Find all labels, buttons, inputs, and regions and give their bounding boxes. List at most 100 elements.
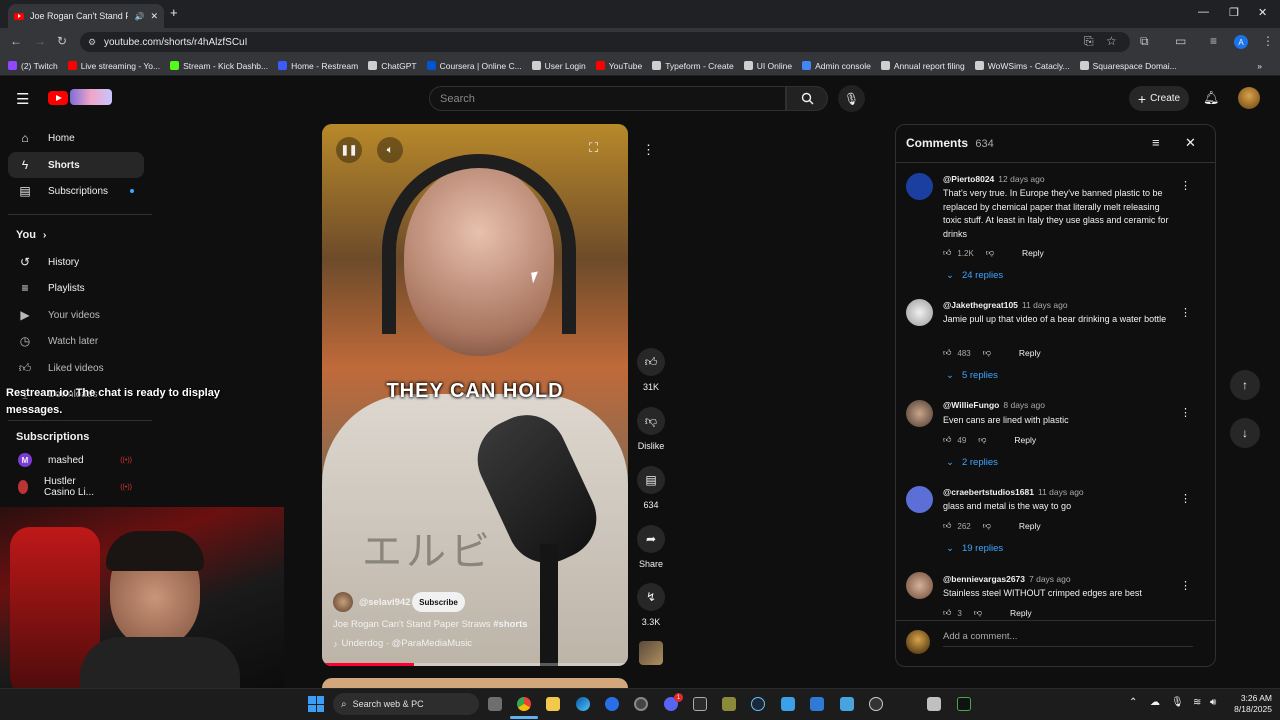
chrome-menu-icon[interactable]: ⋮ [1262, 34, 1274, 48]
sidebar-you-header[interactable]: You › [16, 229, 46, 241]
sidebar-item-subscriptions[interactable]: ▤ Subscriptions [8, 178, 144, 204]
bookmark-item[interactable]: UI Online [743, 61, 792, 71]
next-short-preview[interactable] [322, 678, 628, 688]
bookmark-item[interactable]: Stream - Kick Dashb... [170, 61, 268, 71]
app-icon[interactable] [869, 697, 883, 711]
commenter-avatar[interactable] [906, 400, 933, 427]
view-replies-button[interactable]: ⌄ 5 replies [946, 370, 998, 381]
address-bar[interactable]: ⚙ youtube.com/shorts/r4hAlzfSCuI [80, 32, 1130, 52]
app-icon[interactable] [722, 697, 736, 711]
comment-author[interactable]: @Jakethegreat105 11 days ago [943, 300, 1068, 310]
dislike-button[interactable]: 👎︎ [637, 407, 665, 435]
audio-icon[interactable]: 🔊 [134, 12, 144, 21]
tab-close-icon[interactable]: ✕ [150, 11, 158, 22]
bookmark-item[interactable]: Coursera | Online C... [426, 61, 522, 71]
subscribe-button[interactable]: Subscribe [412, 592, 465, 612]
view-replies-button[interactable]: ⌄ 2 replies [946, 457, 998, 468]
view-replies-button[interactable]: ⌄ 24 replies [946, 270, 1003, 281]
chrome-taskbar-icon[interactable] [517, 697, 531, 711]
bookmark-item[interactable]: Typeform - Create [652, 61, 734, 71]
view-replies-button[interactable]: ⌄ 19 replies [946, 543, 1003, 554]
profile-avatar[interactable]: A [1234, 35, 1248, 49]
install-app-icon[interactable]: ⎘ [1084, 34, 1094, 49]
bookmark-star-icon[interactable]: ☆ [1106, 34, 1117, 48]
comment-menu-icon[interactable]: ⋮ [1180, 406, 1191, 419]
thumb-down-icon[interactable]: 👎︎ [986, 248, 994, 258]
tray-chevron-icon[interactable]: ⌃ [1129, 697, 1137, 708]
sidebar-item-playlists[interactable]: ≡ Playlists [8, 275, 144, 301]
terminal-icon[interactable] [957, 697, 971, 711]
search-button[interactable] [786, 86, 828, 111]
reply-button[interactable]: Reply [1019, 521, 1041, 531]
channel-avatar[interactable] [333, 592, 353, 612]
sidebar-sub-hustler-casino[interactable]: Hustler Casino Li... ((•)) [8, 474, 144, 500]
like-button[interactable]: 👍︎ [637, 348, 665, 376]
comment-author[interactable]: @Pierto8024 12 days ago [943, 174, 1045, 184]
sidebar-item-watch-later[interactable]: ◷ Watch later [8, 328, 144, 354]
bookmark-item[interactable]: (2) Twitch [8, 61, 58, 71]
sidebar-item-liked-videos[interactable]: 👍︎ Liked videos [8, 355, 144, 381]
steam-icon[interactable] [751, 697, 765, 711]
pause-button[interactable]: ❚❚ [336, 137, 362, 163]
remix-button[interactable]: ↯ [637, 583, 665, 611]
comment-menu-icon[interactable]: ⋮ [1180, 579, 1191, 592]
youtube-logo[interactable] [48, 91, 68, 105]
account-avatar[interactable] [1238, 87, 1260, 109]
reply-button[interactable]: Reply [1014, 435, 1036, 445]
reload-icon[interactable]: ↻ [57, 34, 67, 48]
channel-handle[interactable]: @selavi942 [359, 597, 411, 608]
reply-button[interactable]: Reply [1019, 348, 1041, 358]
notepad-icon[interactable] [840, 697, 854, 711]
thumb-up-icon[interactable]: 👍︎ [943, 521, 951, 531]
tray-icon[interactable]: ☁ [1150, 697, 1160, 708]
clock[interactable]: 3:26 AM 8/18/2025 [1228, 693, 1272, 715]
close-comments-icon[interactable]: ✕ [1185, 135, 1196, 151]
wifi-icon[interactable]: ≋ [1193, 697, 1201, 708]
comments-button[interactable]: ▤ [637, 466, 665, 494]
volume-button[interactable]: 🔈︎ [377, 137, 403, 163]
reply-button[interactable]: Reply [1010, 608, 1032, 618]
sidebar-item-your-videos[interactable]: ▶ Your videos [8, 302, 144, 328]
comment-author[interactable]: @WillieFungo 8 days ago [943, 400, 1045, 410]
speaker-icon[interactable]: 🔊︎ [1210, 697, 1216, 708]
app-icon[interactable] [927, 697, 941, 711]
bookmark-item[interactable]: Admin console [802, 61, 871, 71]
extensions-icon[interactable]: ⧉ [1140, 34, 1149, 49]
fullscreen-button[interactable]: ⛶ [589, 140, 598, 156]
thumb-up-icon[interactable]: 👍︎ [943, 435, 951, 445]
bookmark-item[interactable]: Squarespace Domai... [1079, 61, 1177, 71]
music-credit[interactable]: ♪ Underdog · @ParaMediaMusic [333, 638, 472, 649]
voice-search-button[interactable]: 🎙 [838, 85, 865, 112]
hashtag-link[interactable]: #shorts [493, 619, 527, 630]
site-info-icon[interactable]: ⚙ [88, 37, 96, 48]
maximize-button[interactable]: ❐ [1229, 6, 1239, 19]
app-icon[interactable] [605, 697, 619, 711]
comment-menu-icon[interactable]: ⋮ [1180, 492, 1191, 505]
sidebar-item-history[interactable]: ↺ History [8, 249, 144, 275]
create-button[interactable]: + Create [1129, 86, 1189, 111]
thumb-down-icon[interactable]: 👎︎ [978, 435, 986, 445]
sidebar-item-shorts[interactable]: ϟ Shorts [8, 152, 144, 178]
sound-thumbnail[interactable] [639, 641, 663, 665]
bookmark-item[interactable]: User Login [531, 61, 586, 71]
add-comment-input[interactable]: Add a comment... [943, 631, 1193, 647]
commenter-avatar[interactable] [906, 486, 933, 513]
reply-button[interactable]: Reply [1022, 248, 1044, 258]
browser-tab[interactable]: Joe Rogan Can't Stand Pape 🔊 ✕ [8, 4, 164, 28]
commenter-avatar[interactable] [906, 299, 933, 326]
comment-menu-icon[interactable]: ⋮ [1180, 179, 1191, 192]
taskbar-search[interactable]: ⌕ Search web & PC [333, 693, 479, 715]
start-button[interactable] [308, 696, 324, 712]
file-explorer-icon[interactable] [546, 697, 560, 711]
back-icon[interactable]: ← [10, 34, 22, 48]
window-close-button[interactable]: ✕ [1258, 6, 1267, 19]
bookmark-item[interactable]: Live streaming - Yo... [67, 61, 160, 71]
app-icon[interactable] [810, 697, 824, 711]
edge-icon[interactable] [576, 697, 590, 711]
media-icon[interactable]: ≡ [1210, 34, 1217, 48]
forward-icon[interactable]: → [34, 34, 46, 48]
bookmark-item[interactable]: WoWSims - Catacly... [974, 61, 1070, 71]
comment-author[interactable]: @bennievargas2673 7 days ago [943, 574, 1071, 584]
previous-short-button[interactable]: ↑ [1230, 370, 1260, 400]
comment-menu-icon[interactable]: ⋮ [1180, 306, 1191, 319]
